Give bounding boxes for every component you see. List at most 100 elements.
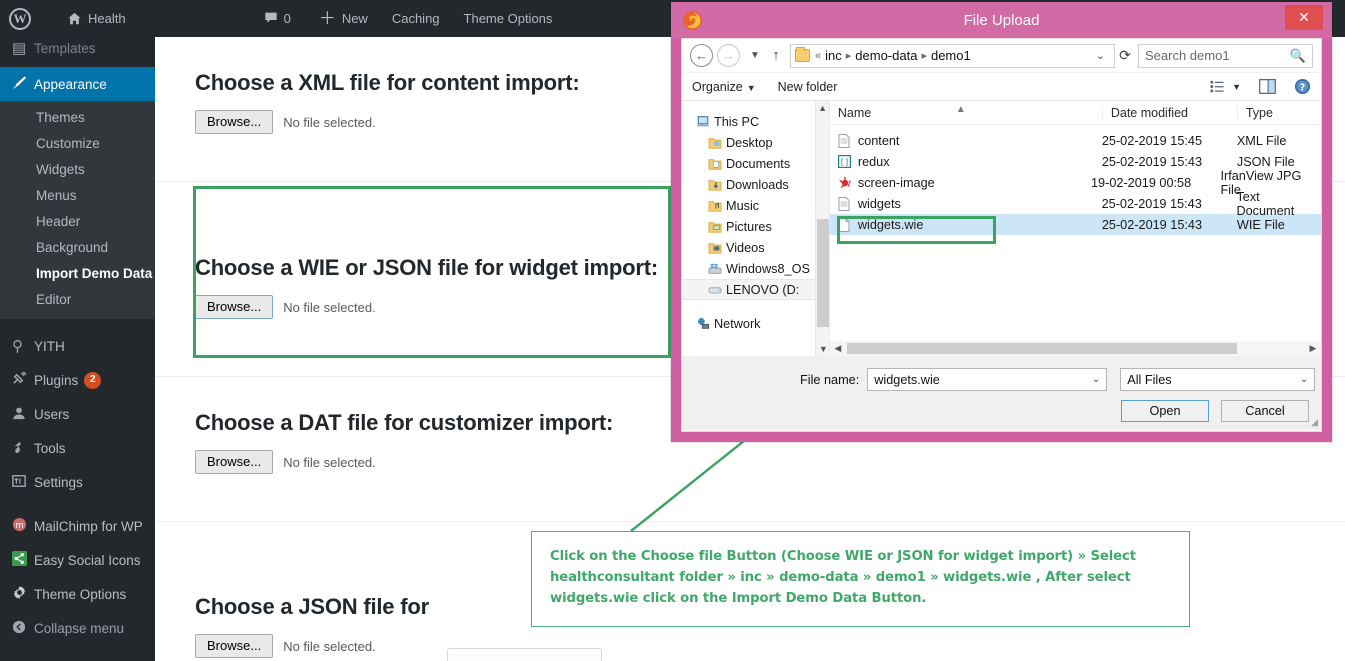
sidebar-item-menus[interactable]: Menus <box>0 183 155 209</box>
caching-menu[interactable]: Caching <box>383 0 449 37</box>
address-dropdown-icon[interactable]: ⌄ <box>1091 49 1110 62</box>
theme-options-menu[interactable]: Theme Options <box>455 0 562 37</box>
sidebar-item-label: Users <box>34 406 70 422</box>
scrollbar-thumb[interactable] <box>846 343 1237 354</box>
tree-item-pictures[interactable]: Pictures <box>682 216 815 237</box>
sidebar-item-yith[interactable]: ⚲ YITH <box>0 329 155 363</box>
scroll-up-icon[interactable]: ▲ <box>816 101 828 115</box>
sidebar-item-import-demo-data[interactable]: Import Demo Data <box>0 261 155 287</box>
file-status-content: No file selected. <box>283 114 376 130</box>
tree-item-windows8-os[interactable]: Windows8_OS <box>682 258 815 279</box>
sidebar-item-themes[interactable]: Themes <box>0 105 155 131</box>
chevron-down-icon[interactable]: ▼ <box>746 50 764 61</box>
browse-button-json[interactable]: Browse... <box>195 634 274 658</box>
section-title: Choose a WIE or JSON file for widget imp… <box>195 255 659 280</box>
navigation-pane-scrollbar[interactable]: ▲ ▼ <box>816 101 830 356</box>
breadcrumb-separator: ▸ <box>845 50 852 62</box>
tree-item-this-pc[interactable]: This PC <box>682 111 815 132</box>
column-header-name[interactable]: Name ▲ <box>830 104 1102 120</box>
sidebar-item-plugins[interactable]: Plugins 2 <box>0 363 155 397</box>
new-folder-button[interactable]: New folder <box>778 80 838 94</box>
site-name-menu[interactable]: Health <box>58 0 135 37</box>
browse-button-customizer[interactable]: Browse... <box>195 450 274 474</box>
tree-item-videos[interactable]: Videos <box>682 237 815 258</box>
sidebar-item-collapse-menu[interactable]: Collapse menu <box>0 611 155 645</box>
file-list-horizontal-scrollbar[interactable]: ◀ ▶ <box>829 341 1321 356</box>
file-date: 25-02-2019 15:43 <box>1101 154 1203 169</box>
text-file-icon <box>838 196 858 211</box>
refresh-icon[interactable]: ⟳ <box>1115 47 1135 64</box>
breadcrumb-demo1[interactable]: demo1 <box>928 48 974 63</box>
sidebar-item-mailchimp[interactable]: m MailChimp for WP <box>0 509 155 543</box>
open-button[interactable]: Open <box>1121 400 1209 422</box>
organize-button[interactable]: Organize ▼ <box>692 80 756 94</box>
tree-item-downloads[interactable]: Downloads <box>682 174 815 195</box>
file-type-filter-select[interactable]: All Files ⌄ <box>1120 368 1316 391</box>
chevron-down-icon[interactable]: ▼ <box>1232 82 1241 92</box>
forward-arrow-icon[interactable]: → <box>717 44 740 67</box>
address-bar[interactable]: « inc ▸ demo-data ▸ demo1 ⌄ <box>790 43 1115 68</box>
cancel-button[interactable]: Cancel <box>1221 400 1309 422</box>
breadcrumb-demo-data[interactable]: demo-data <box>852 48 920 63</box>
breadcrumb-inc[interactable]: inc <box>822 48 845 63</box>
back-arrow-icon[interactable]: ← <box>690 44 713 67</box>
file-row-content[interactable]: content 25-02-2019 15:45 XML File <box>830 130 1321 151</box>
sidebar-item-editor[interactable]: Editor <box>0 287 155 313</box>
sidebar-item-background[interactable]: Background <box>0 235 155 261</box>
scroll-down-icon[interactable]: ▼ <box>816 342 830 356</box>
tree-item-lenovo-d[interactable]: LENOVO (D: <box>682 279 816 300</box>
dialog-title-bar[interactable]: File Upload ✕ <box>671 2 1332 38</box>
file-row-widgets[interactable]: widgets 25-02-2019 15:43 Text Document <box>830 190 1321 218</box>
comments-count: 0 <box>283 11 291 26</box>
file-name-input[interactable]: widgets.wie ⌄ <box>867 368 1108 391</box>
sidebar-item-tools[interactable]: Tools <box>0 431 155 465</box>
tree-item-documents[interactable]: Documents <box>682 153 815 174</box>
close-icon[interactable]: ✕ <box>1285 5 1323 30</box>
resize-grip-icon[interactable]: ◢ <box>1311 417 1318 428</box>
view-list-icon[interactable] <box>1210 80 1225 94</box>
tree-item-network[interactable]: Network <box>682 313 815 334</box>
yith-icon: ⚲ <box>12 337 23 355</box>
scroll-right-icon[interactable]: ▶ <box>1305 343 1321 354</box>
wp-logo-menu[interactable]: W <box>0 0 40 37</box>
sidebar-item-users[interactable]: Users <box>0 397 155 431</box>
sidebar-item-label: Theme Options <box>34 586 127 602</box>
sidebar-item-easy-social-icons[interactable]: Easy Social Icons <box>0 543 155 577</box>
column-header-type[interactable]: Type <box>1236 105 1321 120</box>
file-date: 19-02-2019 00:58 <box>1091 175 1192 190</box>
browse-button-widget[interactable]: Browse... <box>195 295 274 319</box>
help-icon[interactable]: ? <box>1294 78 1311 95</box>
tree-item-desktop[interactable]: Desktop <box>682 132 815 153</box>
sidebar-item-templates[interactable]: ▤ Templates <box>0 37 155 59</box>
organize-label: Organize <box>692 79 743 94</box>
sidebar-item-theme-options[interactable]: Theme Options <box>0 577 155 611</box>
svg-text:[]: [] <box>840 157 850 166</box>
wordpress-logo-icon: W <box>9 7 31 30</box>
file-name: widgets <box>857 196 901 211</box>
sidebar-item-appearance[interactable]: Appearance <box>0 67 155 101</box>
file-name-label: File name: <box>800 372 860 387</box>
file-row-widgets-wie[interactable]: widgets.wie 25-02-2019 15:43 WIE File <box>829 214 1321 235</box>
up-arrow-icon[interactable]: ↑ <box>766 47 786 64</box>
chevron-down-icon[interactable]: ⌄ <box>1300 374 1308 385</box>
dialog-title: File Upload <box>963 11 1040 29</box>
sidebar-item-customize[interactable]: Customize <box>0 131 155 157</box>
view-controls: ▼ ? <box>1196 78 1311 95</box>
column-header-date-modified[interactable]: Date modified <box>1101 105 1237 120</box>
preview-pane-icon[interactable] <box>1259 79 1276 94</box>
sidebar-item-label: Collapse menu <box>34 620 125 636</box>
tree-item-music[interactable]: Music <box>682 195 815 216</box>
comment-bubble-icon <box>264 11 278 27</box>
new-label: New <box>341 11 368 26</box>
new-content-menu[interactable]: ＋ New <box>310 0 377 37</box>
chevron-down-icon[interactable]: ⌄ <box>1092 374 1100 385</box>
sidebar-item-header[interactable]: Header <box>0 209 155 235</box>
import-demo-data-button[interactable] <box>447 648 602 661</box>
sidebar-item-widgets[interactable]: Widgets <box>0 157 155 183</box>
scrollbar-thumb[interactable] <box>817 219 830 327</box>
comments-menu[interactable]: 0 <box>255 0 300 37</box>
browse-button-content[interactable]: Browse... <box>195 110 274 134</box>
search-input[interactable]: Search demo1 🔍 <box>1138 43 1313 68</box>
sidebar-item-settings[interactable]: Settings <box>0 465 155 499</box>
scroll-left-icon[interactable]: ◀ <box>830 343 846 354</box>
